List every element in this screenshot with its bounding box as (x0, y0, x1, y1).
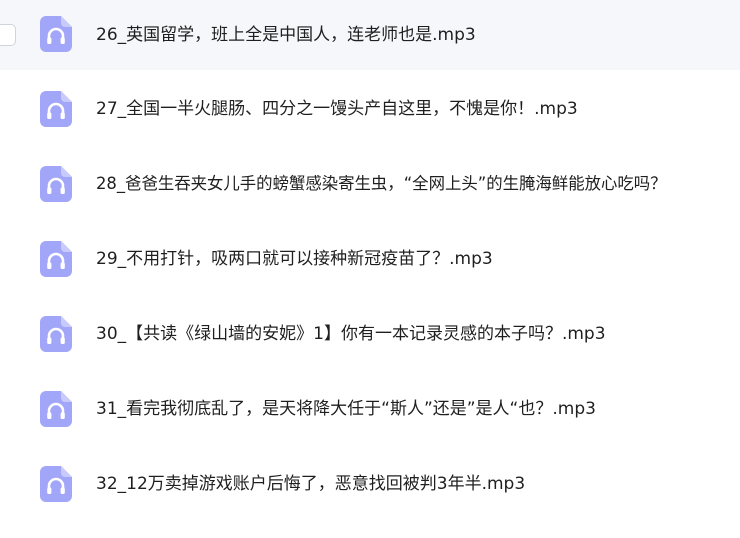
headphones-icon (40, 241, 72, 277)
file-row[interactable]: 26_英国留学，班上全是中国人，连老师也是.mp3 (0, 0, 740, 70)
headphones-icon (40, 316, 72, 352)
file-row[interactable]: 27_全国一半火腿肠、四分之一馒头产自这里，不愧是你！.mp3 (0, 74, 740, 144)
headphones-icon (40, 91, 72, 127)
file-name[interactable]: 32_12万卖掉游戏账户后悔了，恶意找回被判3年半.mp3 (96, 474, 525, 494)
file-name[interactable]: 27_全国一半火腿肠、四分之一馒头产自这里，不愧是你！.mp3 (96, 99, 578, 119)
file-list: 26_英国留学，班上全是中国人，连老师也是.mp3 27_全国一半火腿肠、四分之… (0, 0, 740, 538)
file-name[interactable]: 29_不用打针，吸两口就可以接种新冠疫苗了？.mp3 (96, 249, 493, 269)
file-row[interactable]: 29_不用打针，吸两口就可以接种新冠疫苗了？.mp3 (0, 224, 740, 294)
headphones-icon (40, 166, 72, 202)
headphones-icon (40, 391, 72, 427)
file-row[interactable]: 31_看完我彻底乱了，是天将降大任于“斯人”还是”是人“也？.mp3 (0, 374, 740, 444)
file-name[interactable]: 28_爸爸生吞夹女儿手的螃蟹感染寄生虫，“全网上头”的生腌海鲜能放心吃吗？ (96, 174, 667, 194)
headphones-icon (40, 16, 72, 52)
file-row[interactable]: 32_12万卖掉游戏账户后悔了，恶意找回被判3年半.mp3 (0, 449, 740, 519)
file-row[interactable]: 30_【共读《绿山墙的安妮》1】你有一本记录灵感的本子吗？.mp3 (0, 299, 740, 369)
file-name[interactable]: 30_【共读《绿山墙的安妮》1】你有一本记录灵感的本子吗？.mp3 (96, 324, 606, 344)
file-row[interactable]: 28_爸爸生吞夹女儿手的螃蟹感染寄生虫，“全网上头”的生腌海鲜能放心吃吗？ (0, 149, 740, 219)
row-checkbox[interactable] (0, 24, 16, 46)
headphones-icon (40, 466, 72, 502)
file-name[interactable]: 26_英国留学，班上全是中国人，连老师也是.mp3 (96, 25, 476, 45)
file-name[interactable]: 31_看完我彻底乱了，是天将降大任于“斯人”还是”是人“也？.mp3 (96, 399, 596, 419)
